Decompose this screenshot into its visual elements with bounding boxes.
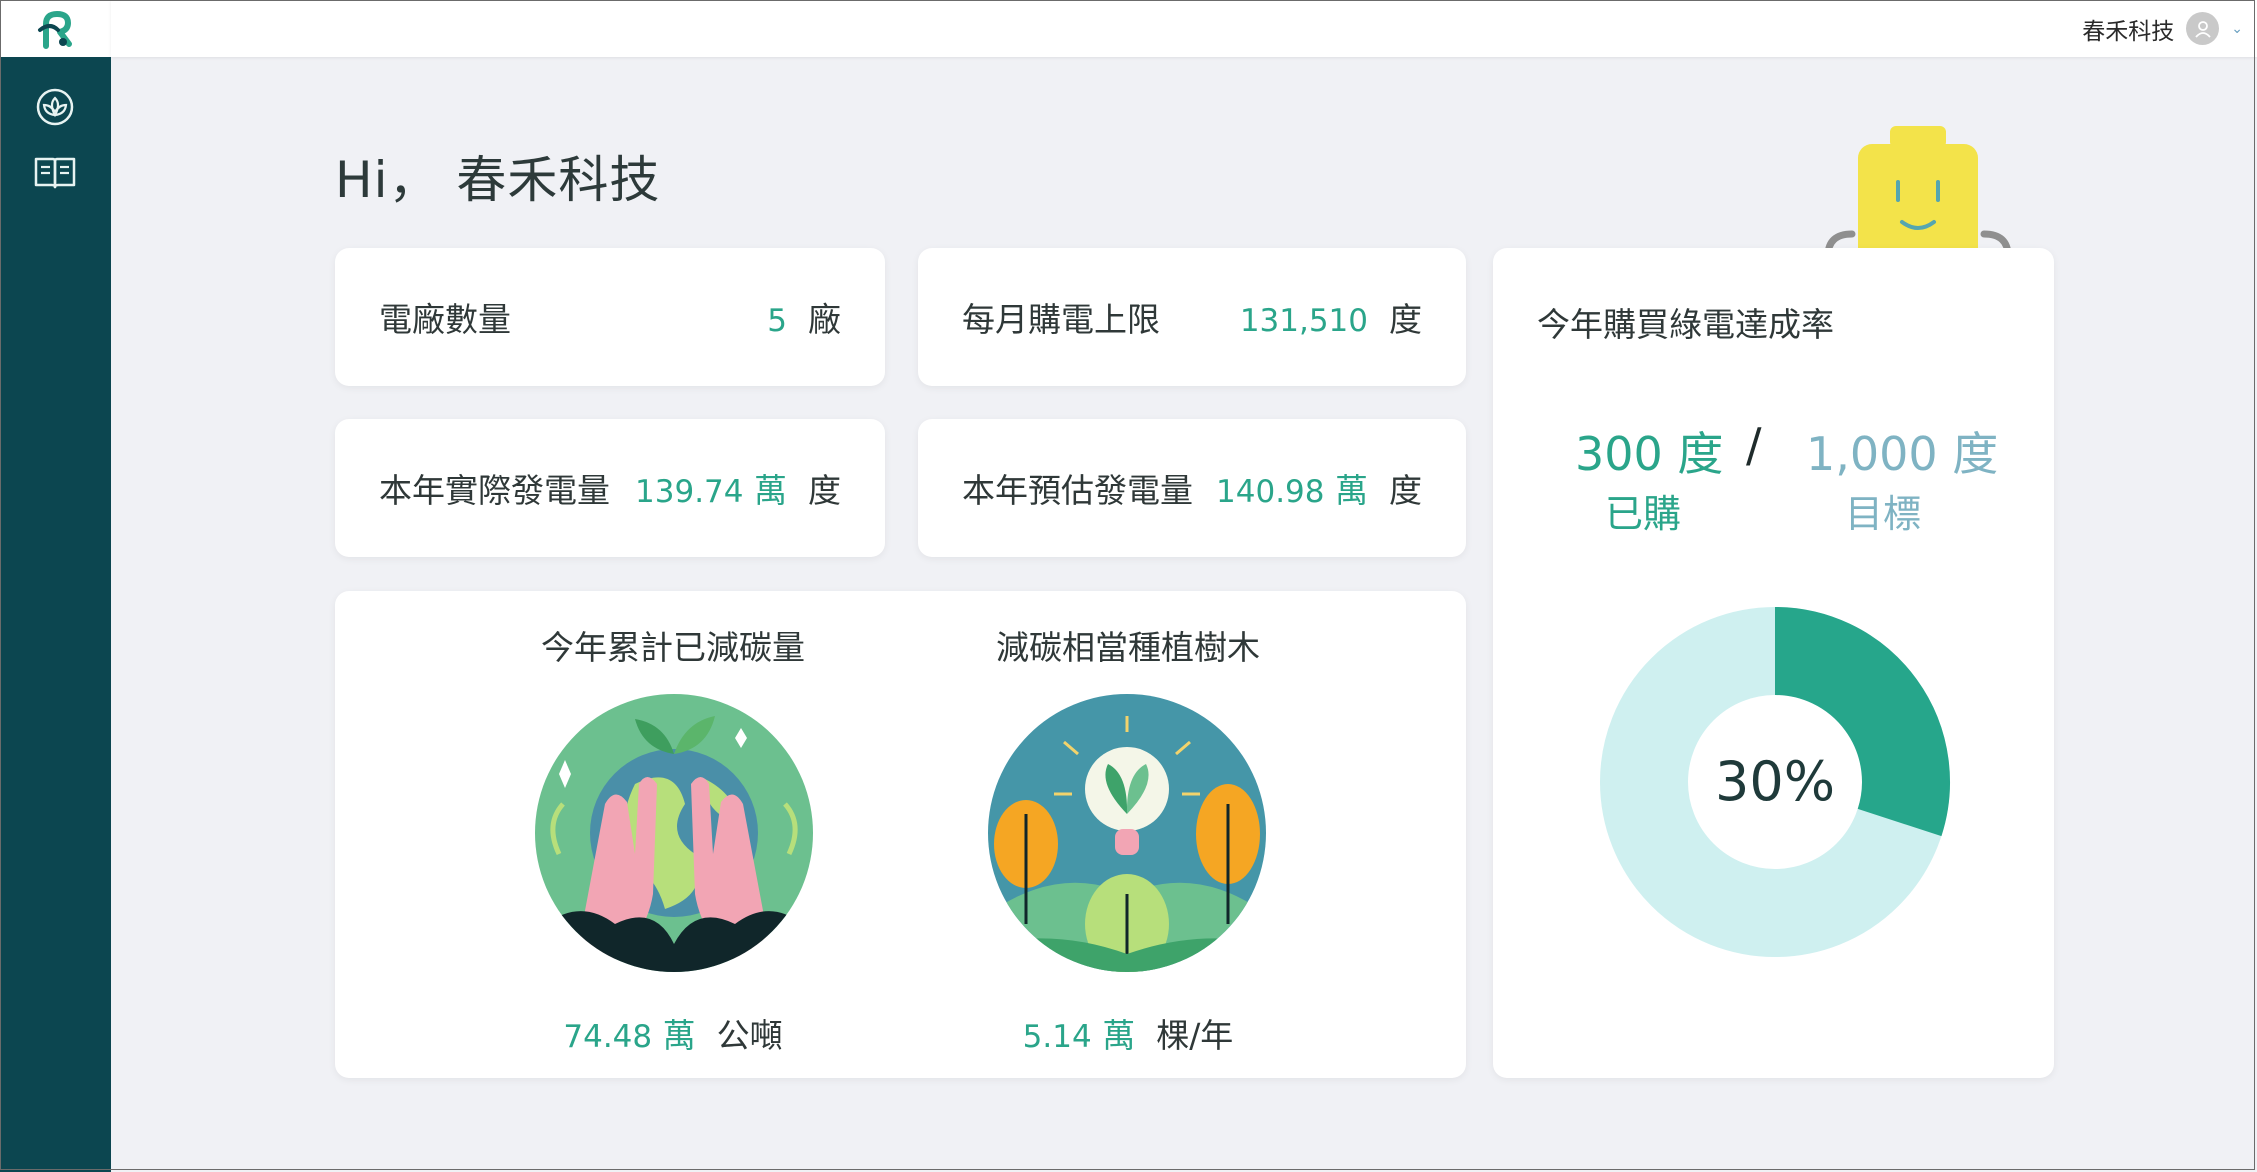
page-greeting: Hi， 春禾科技 (335, 151, 661, 209)
monthly-limit-unit: 度 (1389, 300, 1422, 339)
user-icon (2195, 20, 2211, 38)
user-name: 春禾科技 (2082, 18, 2175, 45)
stat-card-plant-count: 電廠數量 5 廠 (335, 248, 885, 386)
stat-card-monthly-limit: 每月購電上限 131,510 度 (918, 248, 1466, 386)
lightbulb-plant-icon (988, 694, 1266, 972)
stat-card-actual-generation: 本年實際發電量 139.74 萬 度 (335, 419, 885, 557)
purchased-label: 已購 (1605, 492, 1682, 536)
top-bar: 春禾科技 ⌄ (111, 0, 2257, 57)
trees-title: 減碳相當種植樹木 (978, 621, 1278, 669)
stat-label: 本年實際發電量 (379, 471, 610, 510)
estimated-gen-number: 140.98 (1216, 474, 1325, 510)
carbon-reduced-unit: 公噸 (716, 1016, 783, 1055)
plant-count-number: 5 (767, 303, 788, 339)
stat-label: 每月購電上限 (962, 300, 1160, 339)
stat-card-estimated-generation: 本年預估發電量 140.98 萬 度 (918, 419, 1466, 557)
trees-title-text: 減碳相當種植樹木 (996, 628, 1260, 667)
trees-number: 5.14 (1022, 1019, 1092, 1055)
carbon-reduced-number: 74.48 (563, 1019, 653, 1055)
stat-value: 5 廠 (767, 293, 841, 341)
carbon-reduced-value: 74.48 萬 公噸 (523, 1009, 823, 1057)
carbon-reduced-scale: 萬 (662, 1016, 696, 1055)
sidebar-item-docs[interactable] (28, 146, 82, 200)
user-menu[interactable]: 春禾科技 ⌄ (2082, 0, 2243, 57)
avatar[interactable] (2186, 12, 2220, 45)
stat-label: 本年預估發電量 (962, 471, 1193, 510)
stat-label: 電廠數量 (379, 300, 511, 339)
chevron-down-icon[interactable]: ⌄ (2231, 21, 2243, 37)
estimated-gen-unit: 度 (1389, 471, 1422, 510)
trees-scale: 萬 (1102, 1016, 1136, 1055)
amount-separator: / (1746, 418, 1762, 472)
target-label: 目標 (1845, 492, 1922, 536)
estimated-gen-scale: 萬 (1335, 471, 1369, 510)
sidebar-item-plants[interactable] (28, 80, 82, 134)
monthly-limit-number: 131,510 (1239, 303, 1369, 339)
logo-icon (37, 10, 72, 49)
carbon-reduced-title-text: 今年累計已減碳量 (541, 628, 805, 667)
book-icon (34, 157, 76, 189)
rate-title: 今年購買綠電達成率 (1537, 305, 1834, 344)
actual-gen-number: 139.74 (635, 474, 744, 510)
rate-donut-chart: 30% (1600, 607, 1950, 957)
donut-percent-label: 30% (1715, 750, 1835, 813)
stat-value: 139.74 萬 度 (635, 464, 841, 512)
trees-value: 5.14 萬 棵/年 (978, 1009, 1278, 1057)
carbon-card: 今年累計已減碳量 74.48 萬 公噸 減碳相當種植樹木 5.14 萬 棵/年 (335, 591, 1466, 1078)
target-amount: 1,000 度 (1806, 427, 1999, 481)
purchased-amount: 300 度 (1575, 427, 1724, 481)
carbon-reduced-title: 今年累計已減碳量 (523, 621, 823, 669)
plant-count-unit: 廠 (808, 300, 841, 339)
trees-unit: 棵/年 (1156, 1016, 1234, 1055)
green-power-rate-card: 今年購買綠電達成率 300 度 / 1,000 度 已購 目標 30% (1493, 248, 2054, 1078)
actual-gen-scale: 萬 (754, 471, 788, 510)
lotus-icon (36, 88, 74, 126)
stat-value: 140.98 萬 度 (1216, 464, 1422, 512)
sidebar (0, 0, 111, 1172)
stat-value: 131,510 度 (1240, 293, 1422, 341)
app-logo[interactable] (0, 0, 111, 57)
earth-hands-icon (535, 694, 813, 972)
actual-gen-unit: 度 (808, 471, 841, 510)
